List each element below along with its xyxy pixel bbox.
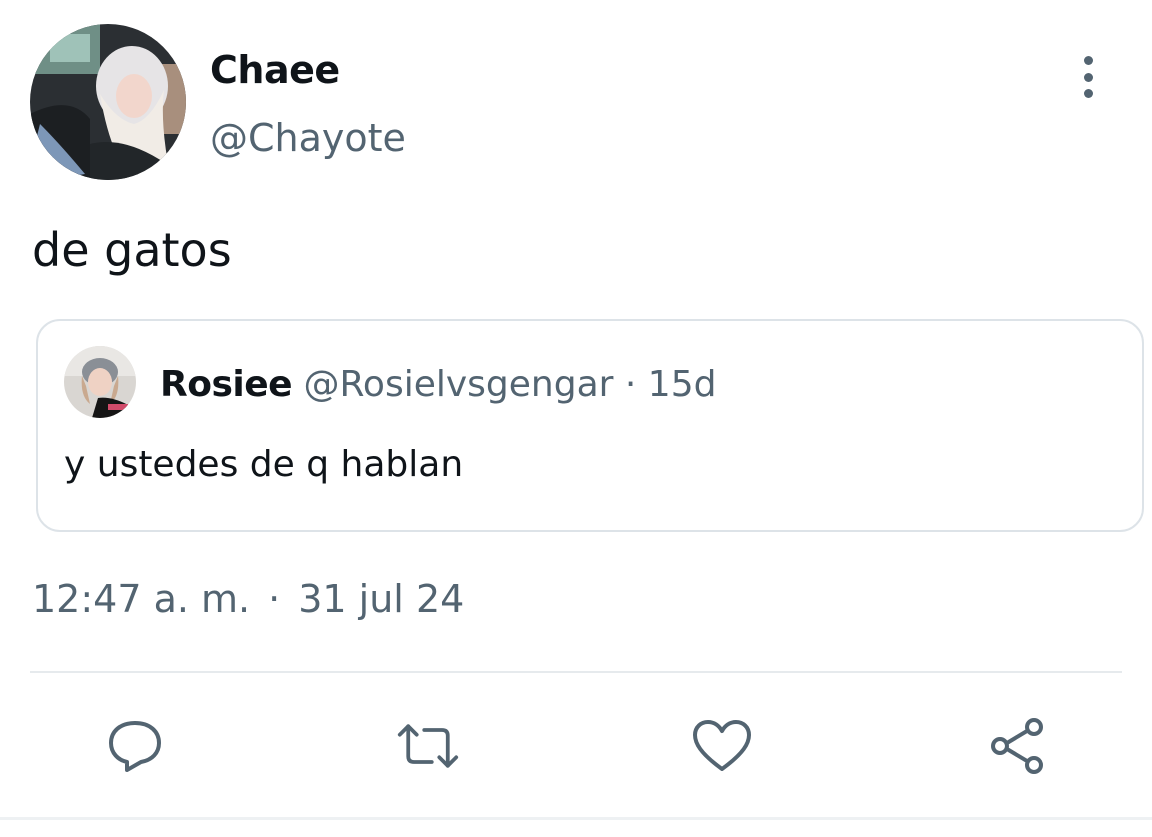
share-button[interactable] bbox=[986, 714, 1050, 778]
quoted-author-avatar[interactable] bbox=[64, 346, 136, 418]
author-display-name[interactable]: Chaee bbox=[210, 46, 340, 94]
quoted-tweet-card[interactable]: Rosiee @Rosielvsgengar · 15d y ustedes d… bbox=[36, 319, 1144, 532]
quoted-header-separator: · bbox=[624, 364, 637, 405]
author-avatar[interactable] bbox=[30, 24, 186, 180]
like-button[interactable] bbox=[690, 714, 754, 778]
quoted-tweet-time[interactable]: 15d bbox=[648, 364, 717, 405]
reply-icon bbox=[109, 721, 161, 772]
timestamp-separator: · bbox=[268, 577, 281, 621]
tweet-date: 31 jul 24 bbox=[298, 577, 465, 621]
bottom-divider bbox=[0, 817, 1152, 820]
share-icon bbox=[991, 718, 1043, 774]
retweet-icon bbox=[397, 724, 459, 768]
like-icon bbox=[693, 720, 751, 771]
quoted-tweet-header: Rosiee @Rosielvsgengar · 15d bbox=[160, 362, 716, 408]
tweet-text: de gatos bbox=[32, 223, 232, 277]
author-handle[interactable]: @Chayote bbox=[210, 114, 406, 162]
reply-button[interactable] bbox=[103, 714, 167, 778]
quoted-author-avatar-image bbox=[64, 346, 136, 418]
more-options-button[interactable] bbox=[1066, 52, 1110, 102]
retweet-button[interactable] bbox=[396, 714, 460, 778]
quoted-author-name[interactable]: Rosiee bbox=[160, 364, 293, 405]
quoted-tweet-text: y ustedes de q hablan bbox=[64, 444, 464, 485]
tweet-timestamp[interactable]: 12:47 a. m. · 31 jul 24 bbox=[32, 574, 464, 624]
more-options-icon bbox=[1083, 56, 1093, 65]
divider bbox=[30, 671, 1122, 673]
quoted-author-handle[interactable]: @Rosielvsgengar bbox=[304, 364, 614, 405]
author-avatar-image bbox=[30, 24, 186, 180]
tweet-time: 12:47 a. m. bbox=[32, 577, 251, 621]
